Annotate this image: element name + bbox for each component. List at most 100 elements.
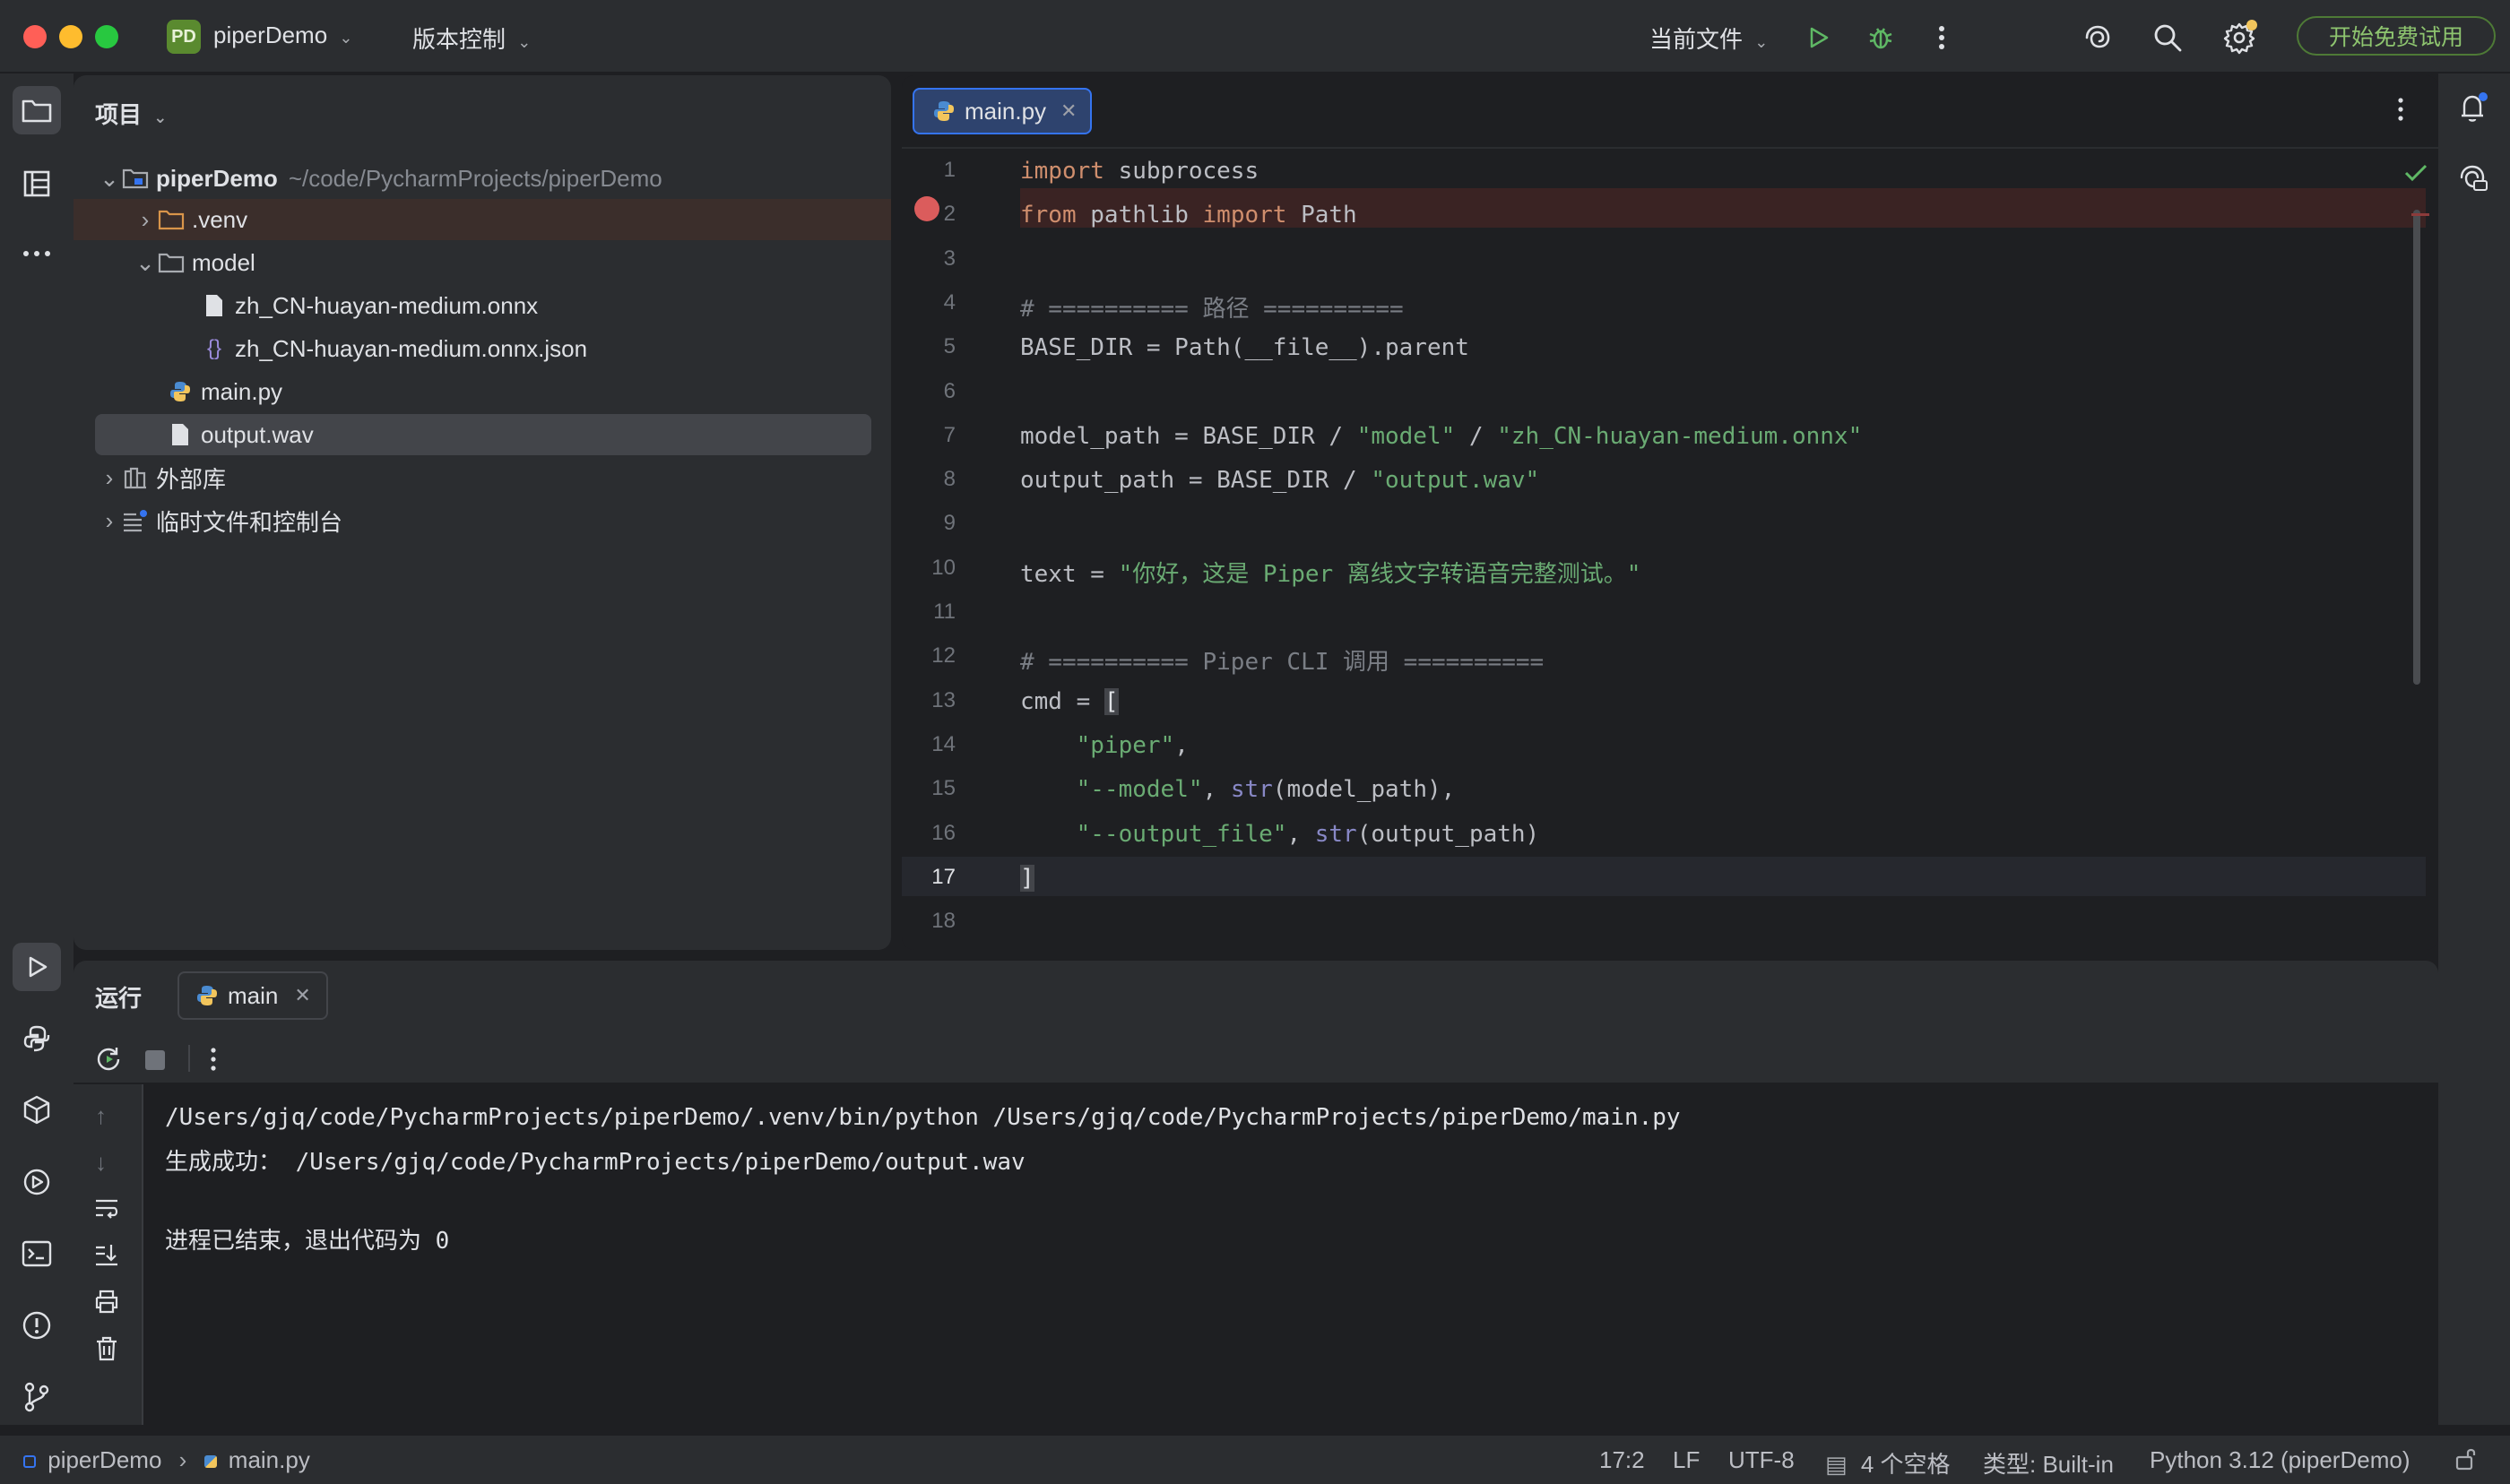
console-line: 生成成功： /Users/gjq/code/PycharmProjects/pi… bbox=[165, 1149, 1026, 1176]
run-config-selector[interactable]: 当前文件 ⌄ bbox=[1649, 22, 1768, 55]
close-tab-icon[interactable]: ✕ bbox=[294, 984, 310, 1007]
editor-tab-label: main.py bbox=[965, 97, 1047, 125]
tree-item-project-root[interactable]: ⌄ piperDemo ~/code/PycharmProjects/piper… bbox=[74, 158, 891, 199]
code-line: "--model", str(model_path), bbox=[1020, 776, 1456, 803]
run-more-icon[interactable] bbox=[210, 1047, 217, 1078]
project-switcher[interactable]: piperDemo ⌄ bbox=[213, 22, 353, 49]
tree-item-main-py[interactable]: main.py bbox=[74, 371, 891, 412]
tree-item-onnx[interactable]: zh_CN-huayan-medium.onnx bbox=[74, 285, 891, 326]
chevron-right-icon[interactable]: › bbox=[134, 206, 156, 234]
module-square-icon bbox=[23, 1455, 36, 1468]
breadcrumb-project[interactable]: piperDemo bbox=[48, 1446, 161, 1473]
current-line-highlight bbox=[902, 857, 2426, 896]
line-separator[interactable]: LF bbox=[1673, 1446, 1700, 1474]
run-side-toolbar: ↑ ↓ bbox=[74, 1084, 143, 1425]
more-tools-icon[interactable] bbox=[13, 229, 61, 278]
caret-position[interactable]: 17:2 bbox=[1599, 1446, 1645, 1474]
tree-item-external-libraries[interactable]: › 外部库 bbox=[74, 457, 891, 498]
line-number: 1 bbox=[943, 158, 956, 182]
no-problems-check-icon[interactable] bbox=[2404, 161, 2428, 189]
chevron-down-icon[interactable]: ⌄ bbox=[99, 165, 120, 193]
python-packages-icon[interactable] bbox=[13, 1086, 61, 1135]
chevron-down-icon: ⌄ bbox=[517, 33, 532, 51]
down-arrow-icon[interactable]: ↓ bbox=[95, 1149, 107, 1177]
notifications-bell-icon[interactable] bbox=[2456, 91, 2490, 132]
debug-icon[interactable] bbox=[1861, 18, 1900, 57]
left-tool-strip bbox=[0, 73, 74, 1425]
start-free-trial-button[interactable]: 开始免费试用 bbox=[2297, 16, 2496, 56]
vcs-menu[interactable]: 版本控制 ⌄ bbox=[412, 22, 531, 55]
python-console-icon[interactable] bbox=[13, 1014, 61, 1063]
ai-chat-icon[interactable] bbox=[2456, 161, 2490, 202]
more-actions-icon[interactable] bbox=[1922, 18, 1961, 57]
editor-tab-main-py[interactable]: main.py ✕ bbox=[913, 88, 1092, 134]
scroll-to-end-icon[interactable] bbox=[93, 1242, 120, 1273]
up-arrow-icon[interactable]: ↑ bbox=[95, 1102, 107, 1130]
tree-item-output-wav[interactable]: output.wav bbox=[95, 414, 871, 455]
indent-setting[interactable]: ▤ 4 个空格 bbox=[1825, 1446, 1951, 1480]
tree-item-scratches[interactable]: › 临时文件和控制台 bbox=[74, 500, 891, 541]
chevron-right-icon[interactable]: › bbox=[99, 464, 120, 492]
stop-icon[interactable] bbox=[145, 1050, 165, 1070]
chevron-right-icon[interactable]: › bbox=[99, 507, 120, 535]
run-tab-main[interactable]: main ✕ bbox=[177, 971, 328, 1020]
problems-icon[interactable] bbox=[13, 1301, 61, 1350]
line-number: 3 bbox=[943, 246, 956, 271]
close-window-button[interactable] bbox=[23, 25, 47, 48]
breadcrumb-file[interactable]: main.py bbox=[229, 1446, 310, 1473]
line-number: 14 bbox=[931, 731, 956, 756]
project-panel-header[interactable]: 项目 ⌄ bbox=[95, 97, 167, 130]
title-bar: PD piperDemo ⌄ 版本控制 ⌄ 当前文件 ⌄ 开始免费试用 bbox=[0, 0, 2510, 73]
python-file-icon bbox=[192, 980, 222, 1011]
python-interpreter[interactable]: Python 3.12 (piperDemo) bbox=[2150, 1446, 2410, 1474]
tree-item-label: model bbox=[192, 248, 255, 276]
terminal-icon[interactable] bbox=[13, 1229, 61, 1278]
services-icon[interactable] bbox=[13, 1158, 61, 1206]
vcs-menu-label: 版本控制 bbox=[412, 26, 506, 53]
run-icon[interactable] bbox=[1798, 18, 1838, 57]
code-line: from pathlib import Path bbox=[1020, 202, 1357, 229]
print-icon[interactable] bbox=[93, 1289, 120, 1320]
error-stripe-marker[interactable] bbox=[2411, 213, 2429, 216]
line-number: 9 bbox=[943, 511, 956, 536]
git-branch-icon[interactable] bbox=[13, 1373, 61, 1421]
code-token: str bbox=[1314, 820, 1357, 848]
project-view-folder-icon[interactable] bbox=[13, 86, 61, 134]
unlock-icon[interactable] bbox=[2454, 1446, 2478, 1478]
settings-gear-icon[interactable] bbox=[2220, 18, 2259, 57]
project-badge[interactable]: PD bbox=[167, 20, 201, 54]
run-toolbar bbox=[74, 1032, 2438, 1084]
tree-item-model[interactable]: ⌄ model bbox=[74, 242, 891, 283]
line-number: 18 bbox=[931, 909, 956, 934]
tree-item-onnx-json[interactable]: {} zh_CN-huayan-medium.onnx.json bbox=[74, 328, 891, 369]
editor-more-icon[interactable] bbox=[2397, 97, 2404, 128]
minimize-window-button[interactable] bbox=[59, 25, 82, 48]
trash-icon[interactable] bbox=[93, 1335, 120, 1368]
editor-scrollbar-thumb[interactable] bbox=[2413, 210, 2420, 685]
code-token: [ bbox=[1104, 687, 1119, 715]
search-icon[interactable] bbox=[2148, 18, 2187, 57]
line-number: 2 bbox=[943, 202, 956, 227]
run-tool-icon[interactable] bbox=[13, 943, 61, 991]
indent-icon: ▤ bbox=[1825, 1451, 1848, 1478]
project-tool-window: 项目 ⌄ ⌄ piperDemo ~/code/PycharmProjects/… bbox=[74, 75, 891, 950]
project-name: piperDemo bbox=[213, 22, 328, 48]
soft-wrap-icon[interactable] bbox=[93, 1195, 120, 1227]
tree-item-venv[interactable]: › .venv bbox=[74, 199, 891, 240]
toolbar-divider bbox=[188, 1045, 190, 1072]
zoom-window-button[interactable] bbox=[95, 25, 118, 48]
code-token: "piper" bbox=[1076, 731, 1175, 759]
code-token: , bbox=[1286, 820, 1315, 848]
structure-icon[interactable] bbox=[13, 160, 61, 208]
line-number: 17 bbox=[931, 864, 956, 889]
close-tab-icon[interactable]: ✕ bbox=[1060, 99, 1077, 123]
ai-assistant-icon[interactable] bbox=[2078, 18, 2117, 57]
run-config-label: 当前文件 bbox=[1649, 26, 1744, 53]
file-type[interactable]: 类型: Built-in bbox=[1983, 1446, 2114, 1480]
code-token: "zh_CN-huayan-medium.onnx" bbox=[1497, 422, 1863, 450]
chevron-down-icon[interactable]: ⌄ bbox=[134, 249, 156, 277]
rerun-icon[interactable] bbox=[95, 1045, 124, 1080]
file-encoding[interactable]: UTF-8 bbox=[1728, 1446, 1795, 1474]
tree-item-label: piperDemo bbox=[156, 164, 278, 192]
tree-item-label: zh_CN-huayan-medium.onnx.json bbox=[235, 334, 588, 362]
